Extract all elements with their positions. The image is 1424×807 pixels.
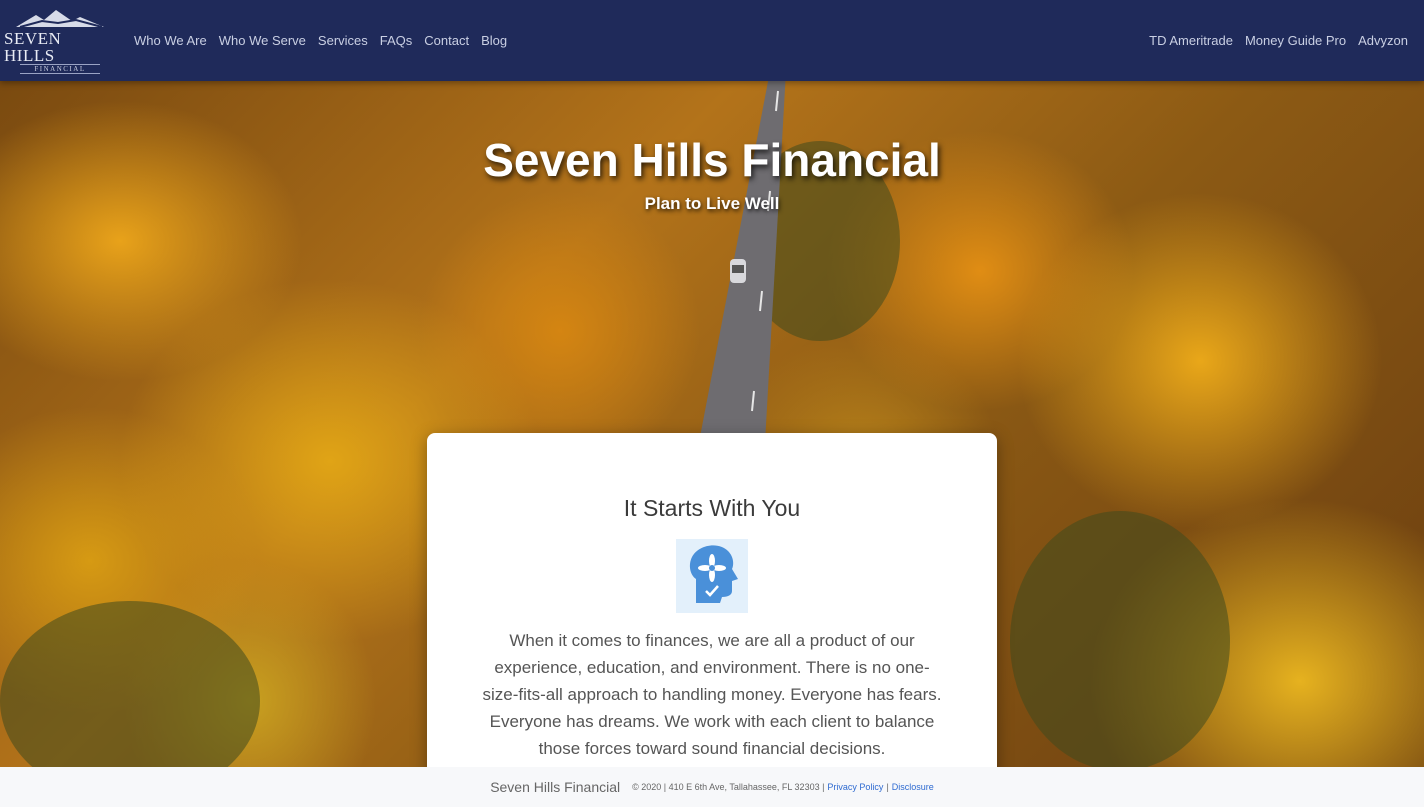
nav-td-ameritrade[interactable]: TD Ameritrade [1143, 0, 1239, 81]
nav-contact[interactable]: Contact [418, 0, 475, 81]
nav-faqs[interactable]: FAQs [374, 0, 419, 81]
logo-wordmark: SEVEN HILLS [4, 29, 62, 65]
disclosure-link[interactable]: Disclosure [892, 782, 934, 792]
hero-title: Seven Hills Financial [483, 134, 941, 186]
head-flower-check-icon [676, 539, 748, 613]
card-body-text: When it comes to finances, we are all a … [482, 631, 942, 758]
site-footer: Seven Hills Financial © 2020 | 410 E 6th… [0, 767, 1424, 807]
card-title: It Starts With You [623, 495, 801, 521]
mountains-icon [16, 10, 104, 28]
top-navbar: SEVEN HILLS FINANCIAL Who We Are Who We … [0, 0, 1424, 81]
hero-tree-shadow [1010, 511, 1230, 767]
footer-separator: | [886, 782, 889, 792]
hero-tree-shadow [0, 601, 260, 767]
intro-card: It Starts With You When it comes to fina… [427, 433, 997, 793]
footer-address: © 2020 | 410 E 6th Ave, Tallahassee, FL … [632, 782, 825, 792]
privacy-policy-link[interactable]: Privacy Policy [827, 782, 883, 792]
nav-money-guide-pro[interactable]: Money Guide Pro [1239, 0, 1352, 81]
nav-who-we-are[interactable]: Who We Are [128, 0, 213, 81]
logo-subtitle: FINANCIAL [20, 64, 100, 74]
site-logo[interactable]: SEVEN HILLS FINANCIAL [4, 0, 116, 81]
nav-blog[interactable]: Blog [475, 0, 513, 81]
hero-subtitle: Plan to Live Well [644, 194, 780, 213]
primary-nav: Who We Are Who We Serve Services FAQs Co… [128, 0, 513, 81]
secondary-nav: TD Ameritrade Money Guide Pro Advyzon [1143, 0, 1414, 81]
nav-who-we-serve[interactable]: Who We Serve [213, 0, 312, 81]
nav-advyzon[interactable]: Advyzon [1352, 0, 1414, 81]
footer-brand: Seven Hills Financial [490, 779, 621, 795]
nav-services[interactable]: Services [312, 0, 374, 81]
